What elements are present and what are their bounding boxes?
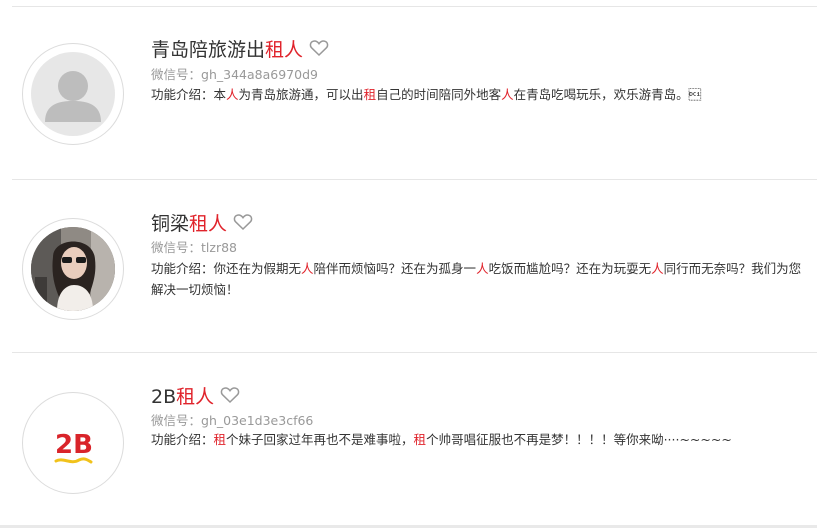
title-prefix: 铜梁 <box>151 213 190 235</box>
highlight-keyword: 人 <box>301 261 314 276</box>
intro-body: 租个妹子回家过年再也不是难事啦，租个帅哥唱征服也不再是梦！！！！等你来呦····… <box>214 432 732 447</box>
wechat-value: tlzr88 <box>201 240 237 255</box>
wechat-label: 微信号： <box>151 413 202 428</box>
wechat-id: 微信号：gh_03e1d3e3cf66 <box>151 413 313 429</box>
intro-segment: 为青岛旅游通，可以出 <box>238 87 364 102</box>
wechat-id: 微信号：tlzr88 <box>151 240 237 256</box>
intro-text: 功能介绍：本人为青岛旅游通，可以出租自己的时间陪同外地客人在青岛吃喝玩乐，欢乐游… <box>151 84 806 105</box>
highlight-keyword: 租 <box>363 87 377 102</box>
title-keyword: 租人 <box>265 39 304 61</box>
intro-text: 功能介绍：你还在为假期无人陪伴而烦恼吗？还在为孤身一人吃饭而尴尬吗？还在为玩耍无… <box>151 258 806 300</box>
wechat-value: gh_03e1d3e3cf66 <box>201 413 314 428</box>
default-user-icon <box>45 71 101 122</box>
intro-text: 功能介绍：租个妹子回家过年再也不是难事啦，租个帅哥唱征服也不再是梦！！！！等你来… <box>151 429 806 450</box>
highlight-keyword: 人 <box>476 261 489 276</box>
girl-photo <box>31 227 115 311</box>
account-title[interactable]: 铜梁租人 <box>151 212 253 237</box>
title-keyword: 租人 <box>189 213 228 235</box>
2b-logo: 2B B <box>54 430 93 464</box>
account-item-2[interactable]: 铜梁租人 微信号：tlzr88 功能介绍：你还在为假期无人陪伴而烦恼吗？还在为孤… <box>12 180 817 353</box>
heart-icon[interactable] <box>220 386 240 410</box>
wechat-label: 微信号： <box>151 67 202 82</box>
title-keyword: 租人 <box>176 386 215 408</box>
intro-segment: 个妹子回家过年再也不是难事啦， <box>226 432 414 447</box>
intro-segment: 吃饭而尴尬吗？还在为玩耍无 <box>488 261 652 276</box>
highlight-keyword: 人 <box>501 87 514 102</box>
highlight-keyword: 人 <box>226 87 239 102</box>
title-prefix: 青岛陪旅游出 <box>151 39 266 61</box>
intro-body: 本人为青岛旅游通，可以出租自己的时间陪同外地客人在青岛吃喝玩乐，欢乐游青岛。 <box>214 87 702 102</box>
intro-body: 你还在为假期无人陪伴而烦恼吗？还在为孤身一人吃饭而尴尬吗？还在为玩耍无人同行而无… <box>151 261 801 297</box>
wechat-label: 微信号： <box>151 240 202 255</box>
account-title[interactable]: 青岛陪旅游出租人 <box>151 38 329 63</box>
avatar[interactable]: 2B B <box>22 392 124 494</box>
intro-label: 功能介绍： <box>151 432 214 447</box>
intro-segment: 自己的时间陪同外地客 <box>376 87 502 102</box>
title-prefix: 2B <box>151 386 177 408</box>
wechat-id: 微信号：gh_344a8a6970d9 <box>151 67 318 83</box>
intro-label: 功能介绍： <box>151 87 214 102</box>
intro-segment: 陪伴而烦恼吗？还在为孤身一 <box>313 261 477 276</box>
heart-icon[interactable] <box>233 213 253 237</box>
intro-segment: 本 <box>213 87 227 102</box>
intro-label: 功能介绍： <box>151 261 214 276</box>
intro-segment: 个帅哥唱征服也不再是梦！！！！等你来呦····~~~~~ <box>426 432 732 447</box>
heart-icon[interactable] <box>309 39 329 63</box>
wechat-value: gh_344a8a6970d9 <box>201 67 318 82</box>
intro-segment: 你还在为假期无 <box>213 261 302 276</box>
avatar[interactable] <box>22 43 124 145</box>
account-title[interactable]: 2B租人 <box>151 385 240 410</box>
intro-segment: 在青岛吃喝玩乐，欢乐游青岛。 <box>513 87 702 102</box>
highlight-keyword: 人 <box>651 261 664 276</box>
account-item-1[interactable]: 青岛陪旅游出租人 微信号：gh_344a8a6970d9 功能介绍：本人为青岛旅… <box>12 6 817 180</box>
avatar[interactable] <box>22 218 124 320</box>
account-item-3[interactable]: 2B B 2B租人 微信号：gh_03e1d3e3cf66 功能介绍：租个妹子回… <box>12 353 817 525</box>
highlight-keyword: 租 <box>213 432 227 447</box>
highlight-keyword: 租 <box>413 432 427 447</box>
